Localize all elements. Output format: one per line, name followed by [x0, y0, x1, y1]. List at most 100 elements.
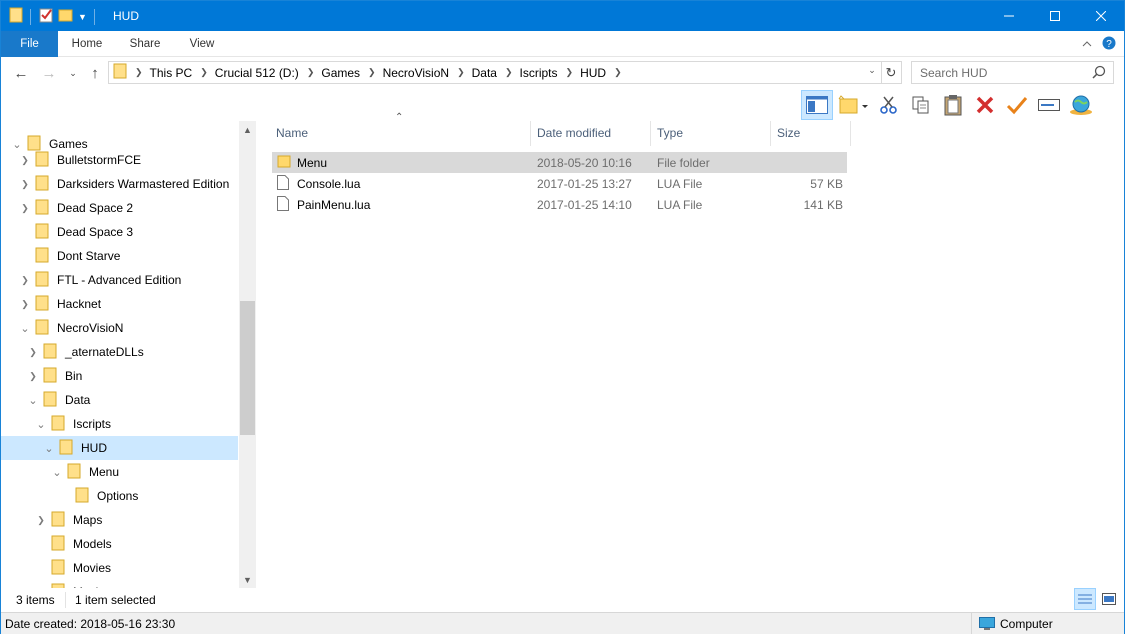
chevron-right-icon[interactable]: ❯	[17, 272, 33, 288]
folder-icon	[51, 559, 65, 578]
properties-icon[interactable]	[38, 7, 54, 26]
tree-item[interactable]: ❯ FTL - Advanced Edition	[1, 268, 238, 292]
crumb-necrovision[interactable]: NecroVisioN	[383, 66, 449, 80]
explorer-window: ▼ HUD File Home Share View ? ← → ⌄ ↑ ❯ T…	[0, 0, 1125, 634]
tree-item[interactable]: Dont Starve	[1, 244, 238, 268]
file-type: File folder	[657, 155, 710, 170]
help-icon[interactable]: ?	[1102, 36, 1116, 53]
file-row[interactable]: Menu 2018-05-20 10:16 File folder	[272, 152, 847, 173]
delete-button[interactable]	[969, 90, 1001, 120]
tree-item[interactable]: ⌄ Iscripts	[1, 412, 238, 436]
chevron-down-icon[interactable]: ⌄	[25, 392, 41, 408]
large-icons-view-button[interactable]	[1098, 588, 1120, 610]
tree-item[interactable]: ⌄ Data	[1, 388, 238, 412]
file-size: 57 KB	[810, 176, 843, 191]
close-button[interactable]	[1078, 1, 1124, 31]
chevron-right-icon[interactable]: ❯	[17, 152, 33, 168]
minimize-button[interactable]	[986, 1, 1032, 31]
folder-icon	[35, 319, 49, 338]
chevron-right-icon[interactable]: ❯	[17, 200, 33, 216]
tree-item[interactable]: ❯ BulletstormFCE	[1, 148, 238, 172]
chevron-down-icon[interactable]: ⌄	[49, 464, 65, 480]
column-date-modified[interactable]: Date modified	[530, 121, 651, 146]
address-bar[interactable]: ❯ This PC ❯ Crucial 512 (D:) ❯ Games ❯ N…	[108, 61, 882, 84]
column-name[interactable]: Name	[269, 121, 531, 146]
file-type: LUA File	[657, 197, 703, 212]
tree-item[interactable]: ⌄ Menu	[1, 460, 238, 484]
chevron-down-icon[interactable]: ⌄	[17, 320, 33, 336]
chevron-right-icon[interactable]: ❯	[17, 176, 33, 192]
network-button[interactable]	[1065, 90, 1097, 120]
file-row[interactable]: Console.lua 2017-01-25 13:27 LUA File 57 KB	[272, 173, 847, 194]
tree-item[interactable]: ⌄ HUD	[1, 436, 238, 460]
search-input[interactable]	[920, 65, 1090, 80]
back-button[interactable]: ←	[11, 64, 31, 82]
search-box[interactable]	[911, 61, 1114, 84]
expand-ribbon-icon[interactable]	[1082, 39, 1092, 51]
cut-button[interactable]	[873, 90, 905, 120]
file-type: LUA File	[657, 176, 703, 191]
chevron-right-icon[interactable]: ❯	[135, 67, 143, 78]
refresh-button[interactable]: ↻	[881, 61, 902, 84]
new-folder-icon[interactable]	[58, 7, 74, 26]
chevron-down-icon[interactable]: ⌄	[865, 65, 879, 76]
paste-icon	[944, 95, 962, 116]
chevron-right-icon[interactable]: ❯	[505, 67, 513, 78]
crumb-this-pc[interactable]: This PC	[150, 66, 193, 80]
tree-item[interactable]: Dead Space 3	[1, 220, 238, 244]
address-row: ← → ⌄ ↑ ❯ This PC ❯ Crucial 512 (D:) ❯ G…	[1, 58, 1124, 88]
up-button[interactable]: ↑	[85, 64, 105, 82]
scrollbar-thumb[interactable]	[240, 301, 255, 435]
tab-file[interactable]: File	[1, 31, 58, 57]
details-view-button[interactable]	[1074, 588, 1096, 610]
recent-locations-button[interactable]: ⌄	[63, 64, 83, 82]
select-button[interactable]	[1001, 90, 1033, 120]
tree-item[interactable]: ❯ Darksiders Warmastered Edition	[1, 172, 238, 196]
customize-qat-icon[interactable]: ▼	[78, 12, 87, 22]
tree-item[interactable]: ❯ Maps	[1, 508, 238, 532]
tree-item[interactable]: ❯ _aternateDLLs	[1, 340, 238, 364]
chevron-right-icon[interactable]: ❯	[368, 67, 376, 78]
copy-button[interactable]	[905, 90, 937, 120]
preview-pane-button[interactable]	[801, 90, 833, 120]
tree-item[interactable]: ⌄ NecroVisioN	[1, 316, 238, 340]
tab-view[interactable]: View	[178, 31, 226, 57]
chevron-right-icon[interactable]: ❯	[614, 67, 622, 78]
chevron-right-icon[interactable]: ❯	[25, 344, 41, 360]
paste-button[interactable]	[937, 90, 969, 120]
file-row[interactable]: PainMenu.lua 2017-01-25 14:10 LUA File 141 …	[272, 194, 847, 215]
chevron-right-icon[interactable]: ❯	[307, 67, 315, 78]
tree-item[interactable]: Models	[1, 532, 238, 556]
maximize-button[interactable]	[1032, 1, 1078, 31]
new-folder-button[interactable]	[833, 90, 873, 120]
scroll-down-icon[interactable]: ▼	[239, 571, 256, 588]
chevron-right-icon[interactable]: ❯	[566, 67, 574, 78]
chevron-right-icon[interactable]: ❯	[25, 368, 41, 384]
folder-icon	[35, 295, 49, 314]
chevron-down-icon[interactable]: ⌄	[41, 440, 57, 456]
crumb-drive[interactable]: Crucial 512 (D:)	[215, 66, 299, 80]
column-size[interactable]: Size	[770, 121, 851, 146]
tree-item[interactable]: ❯ Hacknet	[1, 292, 238, 316]
crumb-games[interactable]: Games	[321, 66, 360, 80]
chevron-right-icon[interactable]: ❯	[457, 67, 465, 78]
rename-button[interactable]	[1033, 90, 1065, 120]
tree-item[interactable]: ❯ Dead Space 2	[1, 196, 238, 220]
scroll-up-icon[interactable]: ▲	[239, 121, 256, 138]
tree-item[interactable]: ❯ Bin	[1, 364, 238, 388]
crumb-hud[interactable]: HUD	[580, 66, 606, 80]
tab-share[interactable]: Share	[121, 31, 169, 57]
tab-home[interactable]: Home	[63, 31, 111, 57]
crumb-data[interactable]: Data	[472, 66, 497, 80]
chevron-right-icon[interactable]: ❯	[33, 512, 49, 528]
tree-item[interactable]: Movies	[1, 556, 238, 580]
crumb-iscripts[interactable]: Iscripts	[520, 66, 558, 80]
tree-item[interactable]: Music	[1, 580, 238, 588]
forward-button[interactable]: →	[39, 64, 59, 82]
tree-item[interactable]: Options	[1, 484, 238, 508]
chevron-down-icon[interactable]: ⌄	[33, 416, 49, 432]
chevron-right-icon[interactable]: ❯	[17, 296, 33, 312]
column-type[interactable]: Type	[650, 121, 771, 146]
nav-scrollbar[interactable]: ▲ ▼	[239, 121, 256, 588]
chevron-right-icon[interactable]: ❯	[200, 67, 208, 78]
